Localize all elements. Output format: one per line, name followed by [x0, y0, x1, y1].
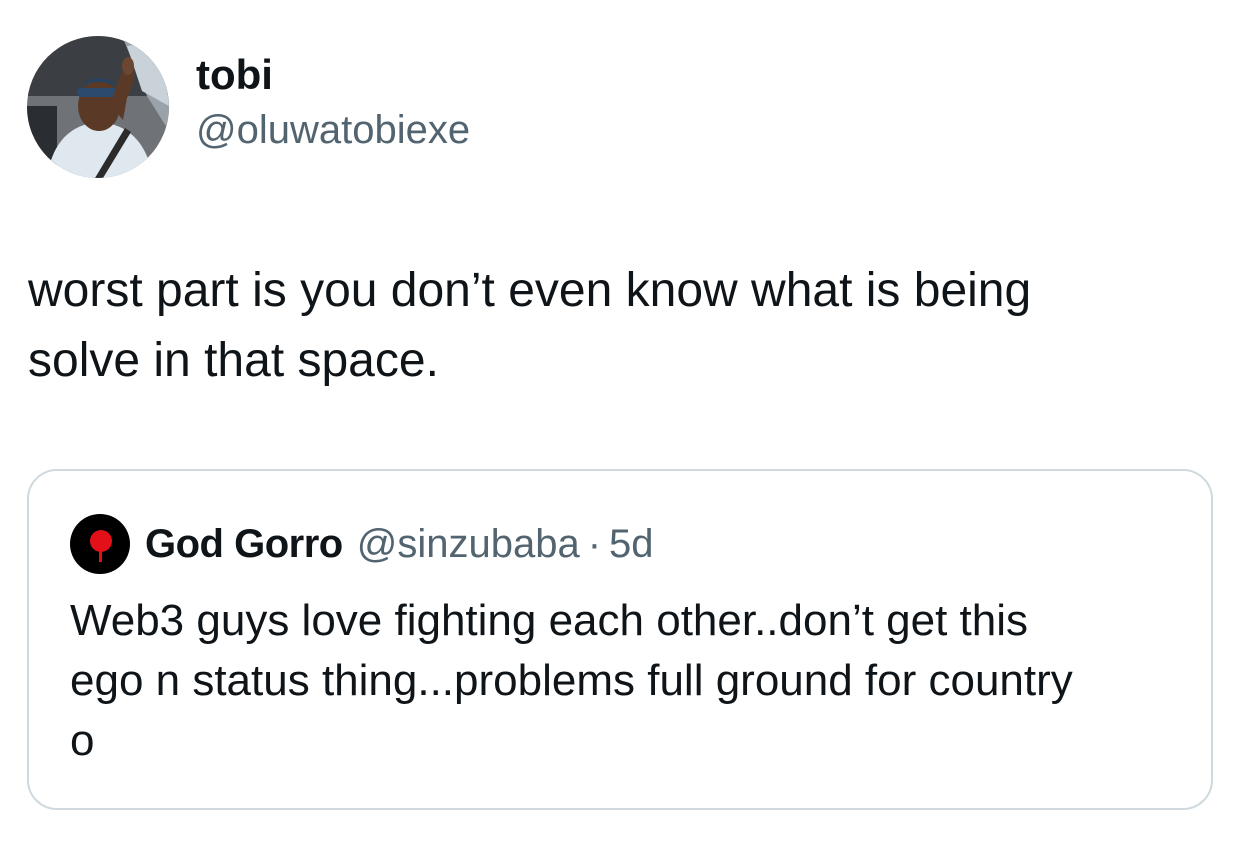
separator-dot: ·	[587, 521, 602, 566]
tweet-text-line: worst part is you don’t even know what i…	[28, 264, 1032, 317]
author-display-name[interactable]: tobi	[196, 48, 470, 102]
tweet-text-line: solve in that space.	[28, 334, 439, 387]
profile-photo-icon	[27, 36, 169, 178]
author-names: tobi @oluwatobiexe	[196, 48, 470, 158]
red-pin-avatar-icon[interactable]	[70, 514, 130, 574]
avatar[interactable]	[27, 36, 169, 178]
quoted-author-display-name[interactable]: God Gorro	[145, 522, 343, 567]
quoted-timestamp[interactable]: 5d	[609, 522, 654, 567]
quoted-text-line: ego n status thing...problems full groun…	[70, 656, 1073, 705]
quoted-tweet-text: Web3 guys love fighting each other..don’…	[70, 591, 1190, 771]
tweet: tobi @oluwatobiexe worst part is you don…	[0, 0, 1242, 860]
quoted-author-handle[interactable]: @sinzubaba	[357, 522, 580, 567]
quoted-text-line: Web3 guys love fighting each other..don’…	[70, 596, 1029, 645]
tweet-header: tobi @oluwatobiexe	[27, 36, 470, 178]
quoted-tweet-card[interactable]: God Gorro @sinzubaba · 5d Web3 guys love…	[27, 469, 1213, 810]
quoted-tweet-header: God Gorro @sinzubaba · 5d	[70, 514, 654, 574]
quoted-text-line: o	[70, 716, 95, 765]
tweet-text: worst part is you don’t even know what i…	[28, 256, 1208, 396]
author-handle[interactable]: @oluwatobiexe	[196, 102, 470, 158]
